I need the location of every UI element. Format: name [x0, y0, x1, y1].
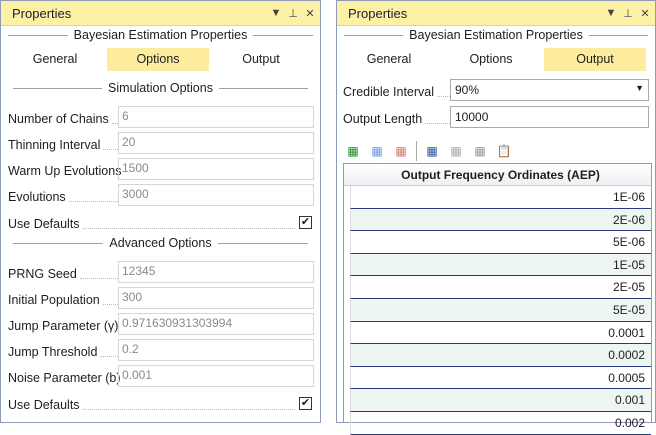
- label: Jump Parameter (γ): [8, 313, 118, 335]
- panel-title: Properties: [12, 5, 72, 21]
- credible-interval-row: Credible Interval 90% ▼: [343, 79, 649, 101]
- table-row[interactable]: 2E-05: [350, 276, 651, 299]
- tab-general[interactable]: General: [9, 48, 101, 71]
- table-row[interactable]: 5E-06: [350, 231, 651, 254]
- chevron-down-icon: ▼: [635, 83, 644, 93]
- table-row[interactable]: 0.0001: [350, 321, 651, 345]
- grid-toolbar: ▦ ▦ ▦ ▦ ▦ ▦ 📋: [344, 141, 513, 161]
- tab-options[interactable]: Options: [107, 48, 209, 71]
- jump-parameter-input[interactable]: 0.971630931303994: [118, 313, 314, 335]
- pin-icon[interactable]: ⊥: [621, 7, 635, 20]
- prng-seed-input[interactable]: 12345: [118, 261, 314, 283]
- use-defaults-checkbox[interactable]: ✔: [299, 215, 312, 229]
- label: Use Defaults: [8, 392, 295, 414]
- label: Output Length: [343, 106, 450, 128]
- prng-seed-row: PRNG Seed 12345: [8, 261, 314, 283]
- advanced-options-heading: Advanced Options: [13, 236, 308, 250]
- group-heading: Bayesian Estimation Properties: [8, 28, 313, 42]
- simulation-options-heading: Simulation Options: [13, 81, 308, 95]
- table-row[interactable]: 0.001: [350, 389, 651, 412]
- group-heading: Bayesian Estimation Properties: [344, 28, 648, 42]
- select-all-icon[interactable]: ▦: [423, 142, 441, 160]
- initial-population-row: Initial Population 300: [8, 287, 314, 309]
- evolutions-row: Evolutions 3000: [8, 184, 314, 206]
- use-defaults-row: Use Defaults ✔: [8, 211, 314, 233]
- group-title: Bayesian Estimation Properties: [73, 28, 248, 42]
- thinning-interval-row: Thinning Interval 20: [8, 132, 314, 154]
- tab-general[interactable]: General: [341, 48, 437, 71]
- heading-text: Advanced Options: [109, 236, 212, 250]
- jump-threshold-input[interactable]: 0.2: [118, 339, 314, 361]
- label: PRNG Seed: [8, 261, 118, 283]
- adv-use-defaults-row: Use Defaults ✔: [8, 392, 314, 414]
- close-icon[interactable]: ✕: [303, 7, 317, 20]
- cut-icon[interactable]: ▦: [471, 142, 489, 160]
- label: Noise Parameter (b): [8, 365, 121, 387]
- warm-up-evolutions-input[interactable]: 1500: [118, 158, 314, 180]
- dropdown-arrow-icon[interactable]: ▼: [604, 7, 618, 19]
- close-icon[interactable]: ✕: [638, 7, 652, 20]
- column-header[interactable]: Output Frequency Ordinates (AEP): [344, 164, 651, 186]
- label: Credible Interval: [343, 79, 450, 101]
- label: Number of Chains: [8, 106, 118, 128]
- label: Initial Population: [8, 287, 118, 309]
- output-length-row: Output Length 10000: [343, 106, 649, 128]
- table-row[interactable]: 2E-06: [350, 208, 651, 232]
- number-of-chains-input[interactable]: 6: [118, 106, 314, 128]
- adv-use-defaults-checkbox[interactable]: ✔: [299, 396, 312, 410]
- number-of-chains-row: Number of Chains 6: [8, 106, 314, 128]
- label: Evolutions: [8, 184, 118, 206]
- tab-output[interactable]: Output: [544, 48, 646, 71]
- jump-threshold-row: Jump Threshold 0.2: [8, 339, 314, 361]
- title-bar: Properties ▼ ⊥ ✕: [337, 1, 655, 26]
- panel-title: Properties: [348, 5, 408, 21]
- output-length-input[interactable]: 10000: [450, 106, 649, 128]
- initial-population-input[interactable]: 300: [118, 287, 314, 309]
- label: Thinning Interval: [8, 132, 118, 154]
- toolbar-separator: [416, 141, 417, 161]
- table-row[interactable]: 0.0005: [350, 366, 651, 390]
- table-row[interactable]: 0.002: [350, 411, 651, 435]
- group-title: Bayesian Estimation Properties: [409, 28, 583, 42]
- table-row[interactable]: 0.0002: [350, 344, 651, 367]
- jump-parameter-row: Jump Parameter (γ) 0.971630931303994: [8, 313, 314, 335]
- properties-panel-output: Properties ▼ ⊥ ✕ Bayesian Estimation Pro…: [336, 0, 656, 435]
- warm-up-row: Warm Up Evolutions 1500: [8, 158, 314, 180]
- noise-parameter-row: Noise Parameter (b) 0.001: [8, 365, 314, 387]
- thinning-interval-input[interactable]: 20: [118, 132, 314, 154]
- table-row[interactable]: 1E-05: [350, 253, 651, 277]
- insert-row-icon[interactable]: ▦: [368, 142, 386, 160]
- pin-icon[interactable]: ⊥: [286, 7, 300, 20]
- add-row-icon[interactable]: ▦: [344, 142, 362, 160]
- tab-output[interactable]: Output: [215, 48, 307, 71]
- output-frequency-grid: Output Frequency Ordinates (AEP) 1E-06 2E…: [343, 163, 652, 435]
- table-row[interactable]: 5E-05: [350, 298, 651, 322]
- evolutions-input[interactable]: 3000: [118, 184, 314, 206]
- table-row[interactable]: 1E-06: [350, 186, 651, 209]
- heading-text: Simulation Options: [108, 81, 213, 95]
- dropdown-arrow-icon[interactable]: ▼: [269, 7, 283, 19]
- title-bar: Properties ▼ ⊥ ✕: [1, 1, 320, 26]
- tab-options[interactable]: Options: [441, 48, 541, 71]
- copy-icon[interactable]: ▦: [447, 142, 465, 160]
- label: Jump Threshold: [8, 339, 118, 361]
- paste-icon[interactable]: 📋: [495, 142, 513, 160]
- properties-panel-options: Properties ▼ ⊥ ✕ Bayesian Estimation Pro…: [0, 0, 321, 423]
- credible-interval-select[interactable]: 90% ▼: [450, 79, 649, 101]
- delete-row-icon[interactable]: ▦: [392, 142, 410, 160]
- label: Use Defaults: [8, 211, 295, 233]
- label: Warm Up Evolutions: [8, 158, 121, 180]
- noise-parameter-input[interactable]: 0.001: [118, 365, 314, 387]
- selected-value: 90%: [455, 83, 480, 97]
